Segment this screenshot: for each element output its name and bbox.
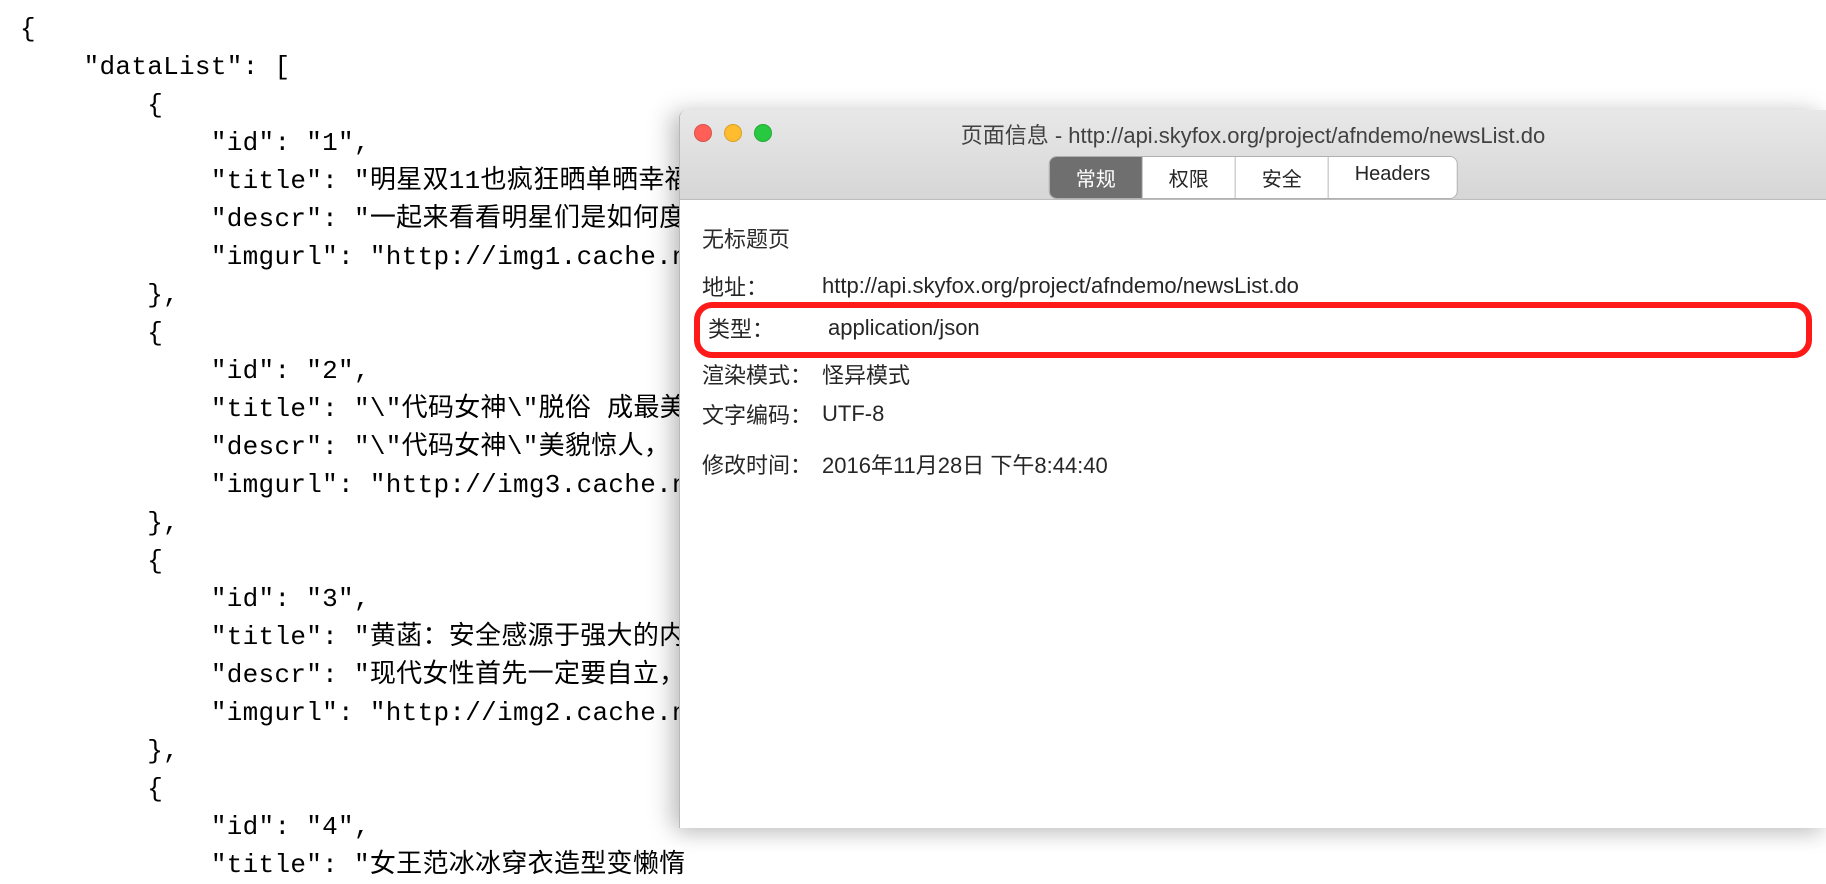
row-address: 地址： http://api.skyfox.org/project/afndem… [702,266,1804,306]
tab-security[interactable]: 安全 [1236,157,1329,198]
close-icon[interactable] [694,124,712,142]
maximize-icon[interactable] [754,124,772,142]
tab-headers[interactable]: Headers [1329,157,1457,198]
row-type: 类型： application/json [708,308,1798,348]
label-address: 地址： [702,270,822,302]
label-encoding: 文字编码： [702,398,822,430]
row-modified: 修改时间： 2016年11月28日 下午8:44:40 [702,444,1804,484]
dialog-title: 页面信息 - http://api.skyfox.org/project/afn… [680,110,1826,150]
highlighted-type-row: 类型： application/json [694,302,1812,358]
value-modified: 2016年11月28日 下午8:44:40 [822,448,1108,480]
value-type: application/json [828,315,980,341]
row-encoding: 文字编码： UTF-8 [702,394,1804,434]
value-address: http://api.skyfox.org/project/afndemo/ne… [822,273,1299,299]
value-render-mode: 怪异模式 [822,358,910,390]
dialog-titlebar: 页面信息 - http://api.skyfox.org/project/afn… [680,110,1826,200]
tab-general[interactable]: 常规 [1050,157,1143,198]
tab-permissions[interactable]: 权限 [1143,157,1236,198]
page-info-dialog: 页面信息 - http://api.skyfox.org/project/afn… [679,110,1826,828]
dialog-body: 无标题页 地址： http://api.skyfox.org/project/a… [680,200,1826,484]
row-render-mode: 渲染模式： 怪异模式 [702,354,1804,394]
section-title: 无标题页 [702,222,1804,254]
minimize-icon[interactable] [724,124,742,142]
label-render-mode: 渲染模式： [702,358,822,390]
tab-bar: 常规 权限 安全 Headers [1049,156,1458,199]
value-encoding: UTF-8 [822,401,884,427]
label-modified: 修改时间： [702,448,822,480]
window-controls [694,124,772,142]
label-type: 类型： [708,312,828,344]
